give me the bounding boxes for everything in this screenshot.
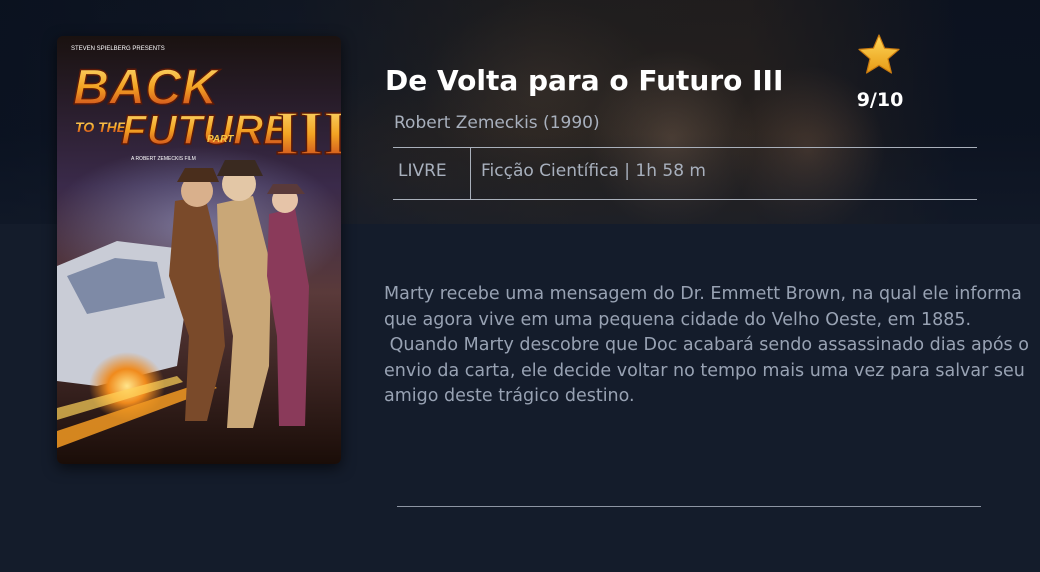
meta-divider-bottom xyxy=(393,199,977,200)
director-year: Robert Zemeckis (1990) xyxy=(394,113,600,133)
synopsis-paragraph: Quando Marty descobre que Doc acabará se… xyxy=(384,335,1035,407)
age-rating: LIVRE xyxy=(398,161,447,181)
poster-title-line2: TO THE xyxy=(75,119,127,135)
bottom-divider xyxy=(397,506,981,507)
synopsis: Marty recebe uma mensagem do Dr. Emmett … xyxy=(384,282,1040,410)
star-icon xyxy=(856,33,902,77)
score: 9/10 xyxy=(856,89,904,111)
meta-divider-vertical xyxy=(470,147,471,200)
synopsis-paragraph: Marty recebe uma mensagem do Dr. Emmett … xyxy=(384,284,1022,330)
meta-divider-top xyxy=(393,147,977,148)
poster-director-credit: A ROBERT ZEMECKIS FILM xyxy=(131,156,196,162)
movie-title: De Volta para o Futuro III xyxy=(385,64,784,97)
poster-part-label: PART xyxy=(207,134,234,145)
poster-credit: STEVEN SPIELBERG PRESENTS xyxy=(71,46,165,52)
poster-part-number: III xyxy=(275,100,341,168)
movie-poster: STEVEN SPIELBERG PRESENTS BACK TO THE FU… xyxy=(57,36,341,464)
genre-duration: Ficção Científica | 1h 58 m xyxy=(481,161,706,181)
poster-title-line3: FUTURE xyxy=(121,106,293,153)
